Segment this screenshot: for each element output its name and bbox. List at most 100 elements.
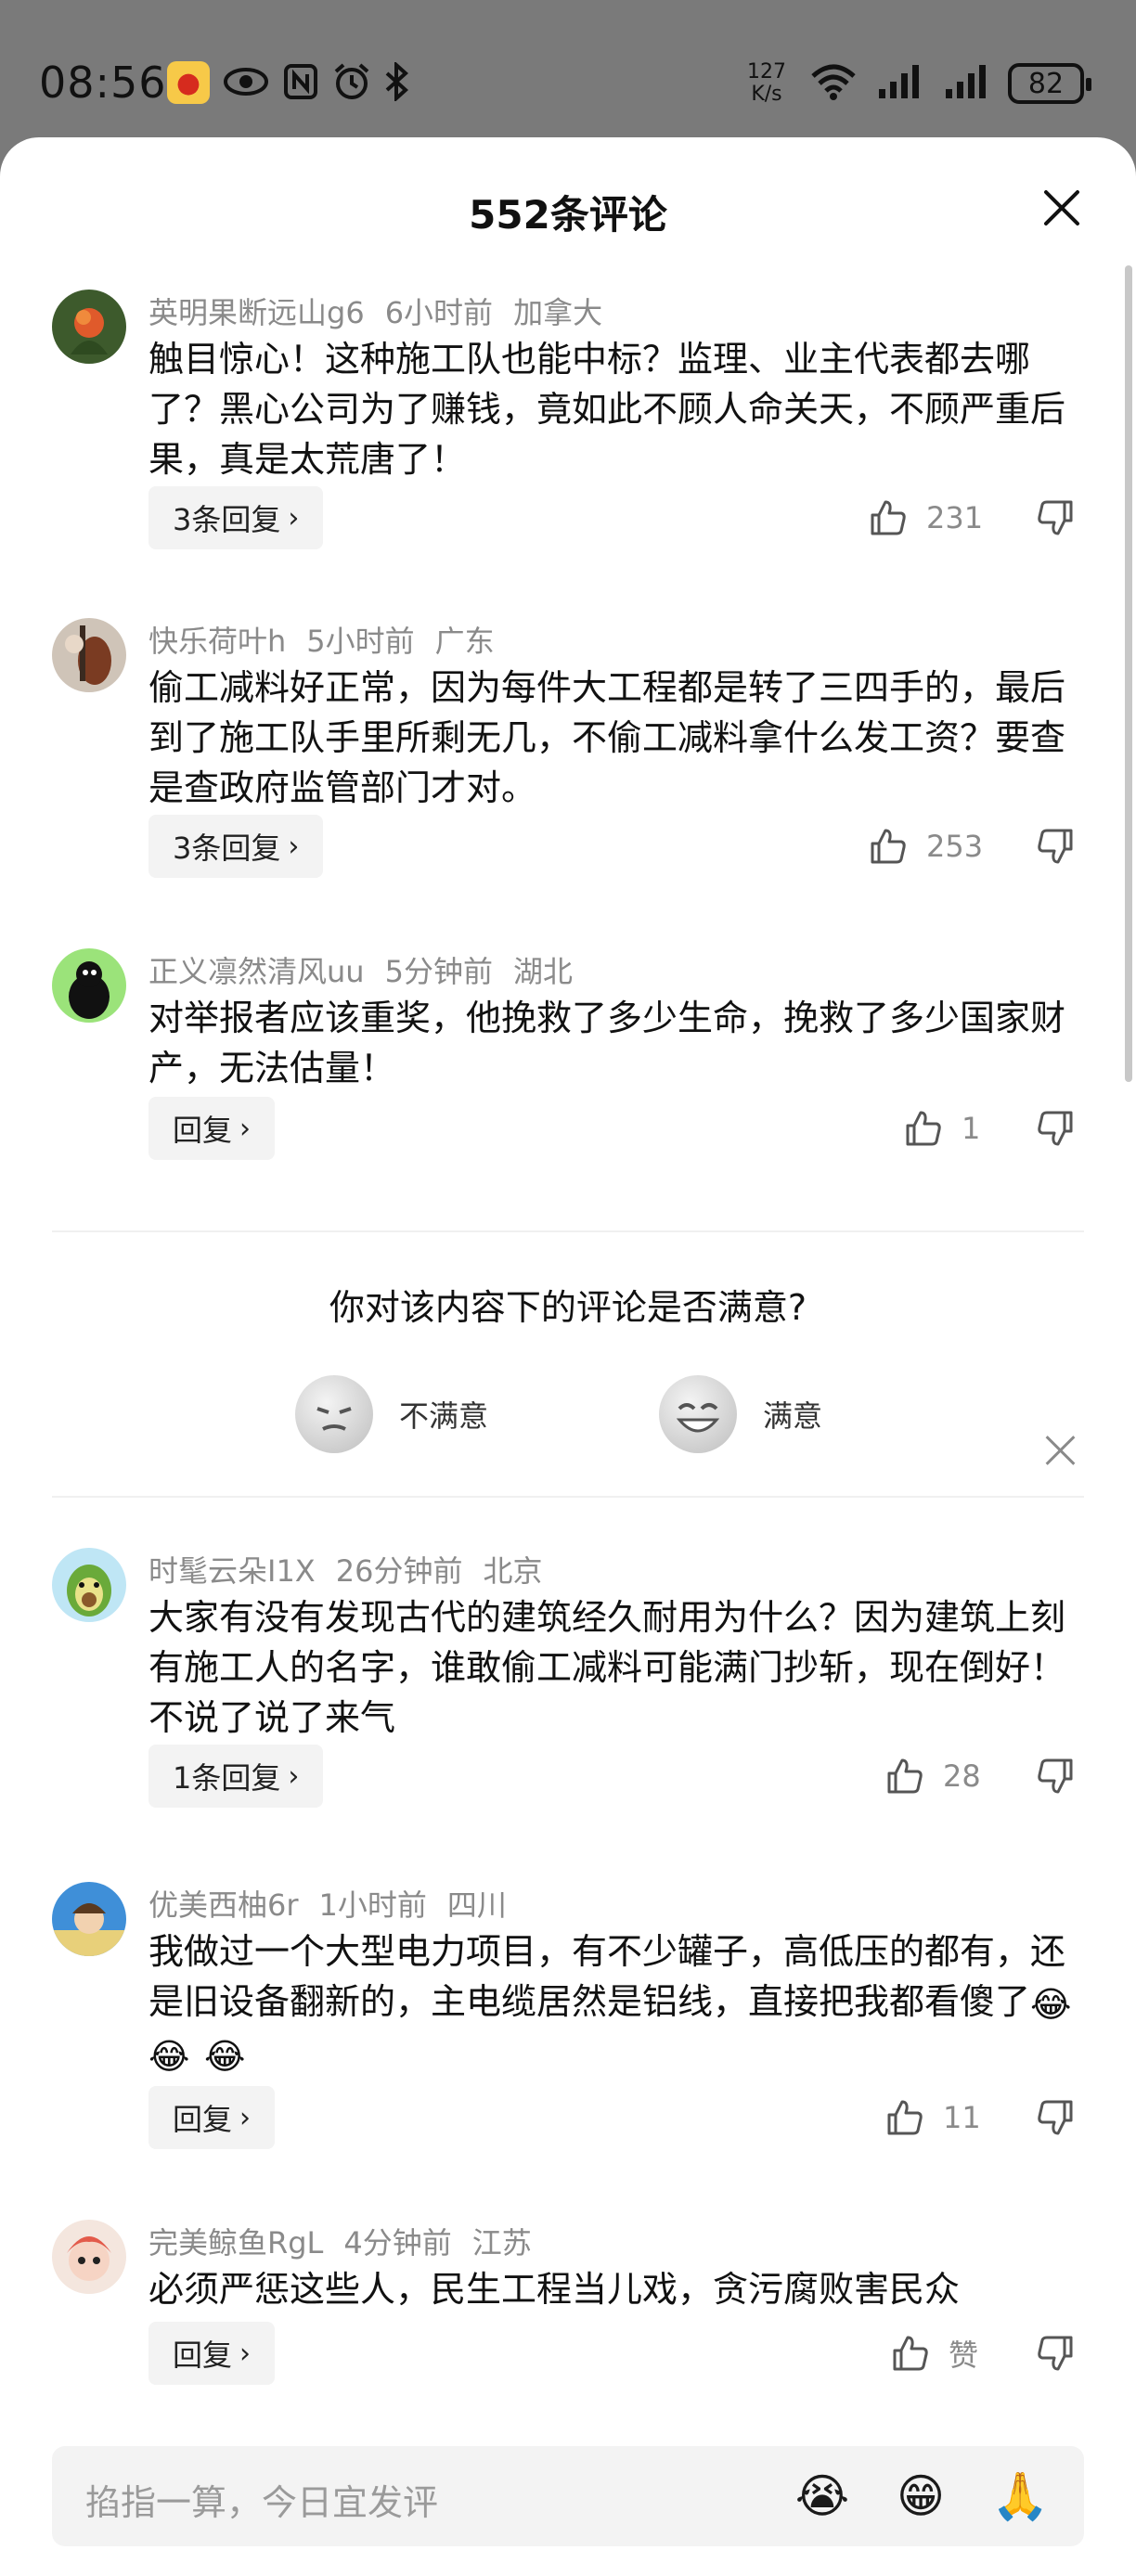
reply-label: 回复 [173, 1113, 233, 1148]
survey-bad-label: 不满意 [399, 1398, 489, 1434]
signal-icon [874, 61, 926, 102]
thumbs-down-icon [1038, 500, 1073, 535]
reply-button[interactable]: 回复 › [148, 1097, 276, 1160]
survey-close-icon[interactable] [1045, 1435, 1077, 1466]
status-bar: 08:56 ● 127 K/s 82 [0, 0, 1136, 139]
comment-text: 大家有没有发现古代的建筑经久耐用为什么？因为建筑上刻有施工人的名字，谁敢偷工减料… [148, 1597, 1066, 1738]
comment-user[interactable]: 时髦云朵I1X [148, 1553, 316, 1589]
comment-user[interactable]: 快乐荷叶h [148, 624, 286, 659]
net-speed-value: 127 [747, 60, 786, 84]
view-replies-button[interactable]: 3条回复 › [148, 815, 324, 878]
thumbs-down-icon [1038, 2336, 1073, 2371]
net-speed: 127 K/s [747, 61, 786, 106]
like-count: 11 [943, 2100, 981, 2135]
like-button[interactable]: 1 [904, 1097, 980, 1160]
comment-location: 加拿大 [513, 295, 603, 330]
comment-user[interactable]: 优美西柚6r [148, 1887, 299, 1923]
wifi-icon [807, 61, 859, 102]
avatar[interactable] [52, 618, 126, 692]
survey-good-label: 满意 [763, 1398, 823, 1434]
happy-face-icon [659, 1375, 737, 1453]
like-button[interactable]: 253 [869, 815, 983, 878]
reply-label: 3条回复 [173, 502, 281, 537]
view-replies-button[interactable]: 3条回复 › [148, 486, 324, 549]
chevron-right-icon: › [239, 1112, 252, 1145]
dislike-button[interactable] [1036, 2086, 1075, 2149]
survey-satisfied-button[interactable]: 满意 [659, 1375, 822, 1453]
comment-location: 四川 [446, 1887, 507, 1923]
laugh-cry-emoji: 😂 [148, 2036, 190, 2077]
thumbs-up-icon [893, 2336, 928, 2371]
comment-text: 对举报者应该重奖，他挽救了多少生命，挽救了多少国家财产，无法估量！ [148, 998, 1066, 1088]
dislike-button[interactable] [1036, 486, 1075, 549]
grin-emoji-button[interactable]: 😁 [893, 2468, 949, 2524]
comment-user[interactable]: 完美鲸鱼RgL [148, 2225, 323, 2260]
chevron-right-icon: › [288, 1759, 300, 1793]
laugh-cry-emoji: 😂 [1030, 1983, 1072, 2025]
comment-meta: 完美鲸鱼RgL 4分钟前 江苏 [148, 2220, 552, 2262]
pray-emoji-button[interactable]: 🙏 [991, 2468, 1049, 2524]
avatar[interactable] [52, 1882, 126, 1956]
net-speed-unit: K/s [751, 83, 782, 106]
thumbs-down-icon [1038, 2100, 1073, 2135]
thumbs-up-icon [906, 1111, 941, 1146]
avatar[interactable] [52, 1548, 126, 1622]
battery-level: 82 [1027, 67, 1065, 100]
avatar[interactable] [52, 290, 126, 364]
comment-meta: 时髦云朵I1X 26分钟前 北京 [148, 1548, 562, 1591]
reply-label: 1条回复 [173, 1760, 281, 1796]
comment-text: 偷工减料好正常，因为每件大工程都是转了三四手的，最后到了施工队手里所剩无几，不偷… [148, 667, 1066, 808]
survey-question: 你对该内容下的评论是否满意? [329, 1287, 807, 1328]
reply-button[interactable]: 回复 › [148, 2086, 276, 2149]
comment-meta: 优美西柚6r 1小时前 四川 [148, 1882, 527, 1925]
scrollbar[interactable] [1125, 265, 1132, 1082]
reply-label: 回复 [173, 2102, 233, 2137]
comment-location: 江苏 [471, 2225, 532, 2260]
comment-time: 1小时前 [318, 1887, 427, 1923]
dislike-button[interactable] [1036, 1097, 1075, 1160]
reply-label: 回复 [173, 2338, 233, 2373]
signal-icon [941, 61, 993, 102]
like-button[interactable]: 11 [885, 2086, 981, 2149]
like-button[interactable]: 赞 [891, 2322, 978, 2385]
reply-label: 3条回复 [173, 831, 281, 866]
thumbs-down-icon [1038, 1758, 1073, 1794]
status-time: 08:56 [39, 58, 167, 108]
comment-text: 触目惊心！这种施工队也能中标？监理、业主代表都去哪了？黑心公司为了赚钱，竟如此不… [148, 339, 1066, 480]
like-button[interactable]: 28 [885, 1745, 981, 1808]
thumbs-up-icon [887, 2100, 923, 2135]
avatar[interactable] [52, 2220, 126, 2294]
close-icon[interactable] [1041, 187, 1082, 228]
like-count: 28 [943, 1758, 981, 1794]
survey-dissatisfied-button[interactable]: 不满意 [295, 1375, 488, 1453]
comment-user[interactable]: 英明果断远山g6 [148, 295, 365, 330]
comment-time: 5分钟前 [384, 954, 493, 989]
chevron-right-icon: › [239, 2101, 252, 2134]
comment-time: 4分钟前 [343, 2225, 452, 2260]
chevron-right-icon: › [288, 501, 300, 535]
thumbs-down-icon [1038, 1111, 1073, 1146]
battery-icon: 82 [1008, 63, 1091, 104]
dislike-button[interactable] [1036, 2322, 1075, 2385]
bluetooth-icon [381, 61, 412, 102]
dislike-button[interactable] [1036, 1745, 1075, 1808]
reply-button[interactable]: 回复 › [148, 2322, 276, 2385]
comment-text: 我做过一个大型电力项目，有不少罐子，高低压的都有，还是旧设备翻新的，主电缆居然是… [148, 1926, 1086, 2081]
avatar[interactable] [52, 948, 126, 1023]
comment-time: 5小时前 [306, 624, 415, 659]
comment-time: 6小时前 [384, 295, 494, 330]
comment-input-placeholder: 掐指一算，今日宜发评 [85, 2482, 439, 2523]
like-count: 赞 [949, 2338, 979, 2373]
like-button[interactable]: 231 [869, 486, 983, 549]
comment-user[interactable]: 正义凛然清风uu [148, 954, 365, 989]
eye-icon [221, 61, 271, 102]
comment-input[interactable]: 掐指一算，今日宜发评 😭 😁 🙏 [52, 2446, 1084, 2546]
comment-location: 北京 [483, 1553, 543, 1589]
dislike-button[interactable] [1036, 815, 1075, 878]
view-replies-button[interactable]: 1条回复 › [148, 1745, 324, 1808]
alarm-icon [330, 61, 373, 102]
comment-location: 广东 [434, 624, 495, 659]
crying-emoji-button[interactable]: 😭 [794, 2468, 850, 2524]
sheet-title: 552条评论 [469, 192, 667, 238]
comment-meta: 英明果断远山g6 6小时前 加拿大 [148, 290, 623, 332]
